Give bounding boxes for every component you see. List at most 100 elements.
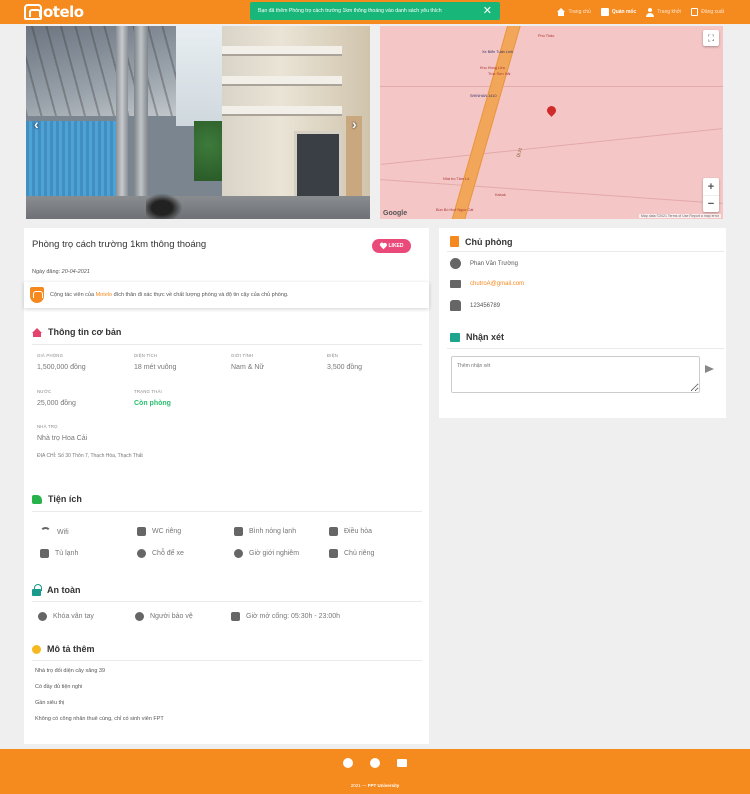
- gallery-next-button[interactable]: ›: [352, 116, 357, 132]
- top-navbar: otelo Bạn đã thêm Phòng trọ cách trường …: [0, 0, 750, 24]
- photo-detail: [222, 76, 342, 86]
- amenity-fridge: Tủ lạnh: [40, 549, 78, 558]
- house-icon: [32, 327, 42, 337]
- water-value: 25,000 đồng: [37, 400, 76, 407]
- comments-heading: Nhận xét: [450, 332, 504, 342]
- map-label: Nhà trọ Tâm Lộ: [443, 177, 470, 181]
- heart-icon: [380, 243, 386, 249]
- amenity-curfew: Giờ giới nghiêm: [234, 549, 299, 558]
- map-zoom-control: + −: [703, 178, 719, 212]
- amenity-wc: WC riêng: [137, 527, 181, 536]
- map-label: Bún Bò Huế Ngọc Cát: [436, 208, 474, 212]
- map-road: [380, 86, 723, 87]
- email-icon: [450, 280, 461, 288]
- map-label: Phú Thảo: [538, 34, 555, 38]
- photo-detail: [26, 26, 201, 116]
- safety-title: An toàn: [47, 585, 81, 595]
- toast-message: Bạn đã thêm Phòng trọ cách trường 1km th…: [258, 8, 442, 14]
- description-title: Mô tả thêm: [47, 644, 95, 654]
- comment-input[interactable]: [451, 356, 700, 393]
- logo[interactable]: otelo: [24, 3, 84, 21]
- lock-icon: [32, 583, 42, 596]
- amenity-label: Tủ lạnh: [55, 550, 79, 557]
- map-label: Kabuk: [495, 193, 506, 197]
- safety-label: Khóa vân tay: [53, 613, 94, 620]
- facebook-icon[interactable]: [343, 758, 353, 768]
- nav-home[interactable]: Trang chủ: [557, 8, 591, 16]
- zoom-in-button[interactable]: +: [703, 178, 719, 195]
- amenity-heater: Bình nóng lạnh: [234, 527, 296, 536]
- amenity-parking: Chỗ để xe: [137, 549, 184, 558]
- toilet-icon: [137, 527, 146, 536]
- owner-name: Phan Văn Trường: [470, 260, 518, 267]
- photo-detail: [222, 106, 342, 116]
- area-label: DIỆN TÍCH: [134, 353, 158, 358]
- price-value: 1,500,000 đồng: [37, 364, 86, 371]
- toast-close-button[interactable]: ✕: [483, 5, 492, 17]
- thumbs-up-icon: [32, 494, 42, 504]
- photo-detail: [222, 46, 342, 56]
- map-fullscreen-button[interactable]: ⛶: [703, 30, 719, 46]
- main-nav: Trang chủ Quản mốc Trang khởi Đăng xuất: [557, 5, 724, 19]
- owner-phone: 123456789: [470, 302, 501, 309]
- nav-logout[interactable]: Đăng xuất: [691, 8, 724, 16]
- amenity-ac: Điều hòa: [329, 527, 372, 536]
- logout-icon: [691, 8, 699, 16]
- shield-icon: [30, 287, 44, 303]
- map-pin-icon[interactable]: [545, 104, 558, 117]
- send-icon[interactable]: [705, 365, 714, 373]
- water-field: NƯỚC 25,000 đồng: [37, 389, 76, 407]
- location-map[interactable]: QL21 Xe Biển Tuấn Linh Phú Thảo Khu Hồng…: [380, 26, 723, 219]
- description-line: Có đầy đủ tiện nghi: [35, 684, 83, 690]
- photo-detail: [26, 196, 370, 219]
- clock-icon: [234, 549, 243, 558]
- water-label: NƯỚC: [37, 389, 52, 394]
- amenity-label: Giờ giới nghiêm: [249, 550, 300, 557]
- zoom-out-button[interactable]: −: [703, 195, 719, 212]
- map-label: Trúc Sơn Hải: [488, 72, 511, 76]
- safety-fingerprint: Khóa vân tay: [38, 612, 94, 621]
- email-icon[interactable]: [397, 759, 407, 767]
- map-road: [380, 179, 723, 204]
- divider: [32, 344, 422, 345]
- copyright-prefix: 2021 —: [350, 783, 368, 788]
- google-logo[interactable]: Google: [383, 210, 407, 217]
- description-line: Gần siêu thị: [35, 700, 65, 706]
- safety-gate-hours: Giờ mở cổng: 05:30h - 23:00h: [231, 612, 340, 621]
- wifi-icon: [40, 527, 51, 537]
- air-conditioner-icon: [329, 527, 338, 536]
- owner-email-row: chutroA@gmail.com: [450, 280, 524, 288]
- gender-value: Nam & Nữ: [231, 364, 265, 371]
- owner-email-link[interactable]: chutroA@gmail.com: [470, 281, 524, 287]
- photo-detail: [294, 131, 342, 201]
- comments-title: Nhận xét: [466, 332, 505, 342]
- map-credit[interactable]: Map data ©2021 Terms of Use Report a map…: [639, 214, 721, 218]
- home-icon: [557, 8, 566, 16]
- area-value: 18 mét vuông: [134, 364, 177, 371]
- gallery-prev-button[interactable]: ‹: [34, 116, 39, 132]
- price-label: GIÁ PHÒNG: [37, 353, 64, 358]
- fingerprint-icon: [38, 612, 47, 621]
- status-value: Còn phòng: [134, 400, 171, 407]
- electric-label: ĐIỆN: [327, 353, 339, 358]
- status-field: TRẠNG THÁI Còn phòng: [134, 389, 171, 407]
- owner-phone-row: 123456789: [450, 300, 500, 311]
- globe-icon[interactable]: [370, 758, 380, 768]
- bicycle-icon: [137, 549, 146, 558]
- amenity-label: Wifi: [57, 528, 69, 536]
- area-field: DIỆN TÍCH 18 mét vuông: [134, 353, 176, 371]
- logo-mark-icon: [24, 4, 42, 20]
- photo-detail: [26, 121, 121, 196]
- nav-manage[interactable]: Quản mốc: [600, 8, 637, 16]
- liked-button[interactable]: LIKED: [372, 239, 411, 253]
- photo-gallery[interactable]: ‹ ›: [26, 26, 370, 219]
- water-heater-icon: [234, 527, 243, 536]
- nav-account[interactable]: Trang khởi: [646, 7, 682, 17]
- nav-account-label: Trang khởi: [657, 9, 682, 15]
- notice-text: Cộng tác viên của Motelo đích thân đi xá…: [50, 292, 288, 298]
- verification-notice: Cộng tác viên của Motelo đích thân đi xá…: [24, 282, 429, 308]
- map-main-road: [446, 26, 523, 219]
- fridge-icon: [40, 549, 49, 558]
- nav-manage-label: Quản mốc: [611, 9, 637, 15]
- footer: 2021 — FPT University: [0, 749, 750, 794]
